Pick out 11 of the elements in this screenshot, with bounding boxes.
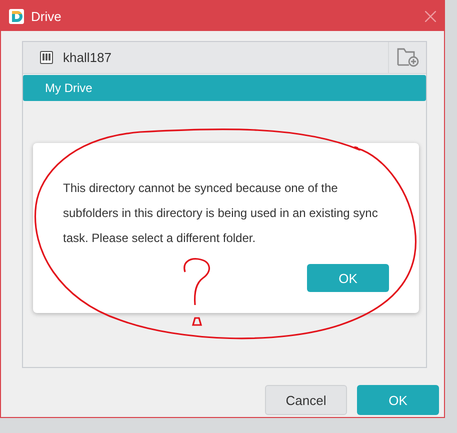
- cancel-button[interactable]: Cancel: [265, 385, 347, 415]
- new-folder-icon[interactable]: [396, 48, 418, 67]
- server-icon: [40, 51, 53, 64]
- message-text: This directory cannot be synced because one of the subfolders in this directory is being used in an existing sync task. Please select a different folder.: [63, 180, 379, 247]
- ok-button[interactable]: OK: [307, 264, 389, 292]
- app-logo-icon: [9, 8, 24, 24]
- account-name: khall187: [63, 50, 112, 65]
- close-icon[interactable]: [425, 10, 436, 22]
- folder-item[interactable]: My Drive: [23, 75, 426, 101]
- window-title: Drive: [31, 8, 62, 24]
- ok-button[interactable]: OK: [357, 385, 439, 415]
